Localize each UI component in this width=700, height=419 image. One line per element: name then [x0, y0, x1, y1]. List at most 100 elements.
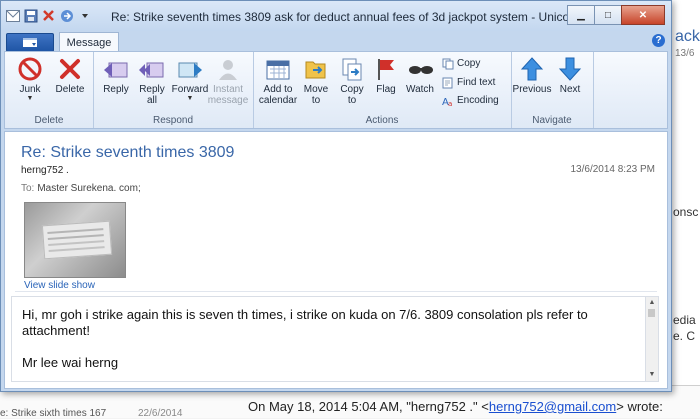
customize-dropdown-icon[interactable]	[77, 8, 92, 23]
close-icon: ✕	[638, 9, 648, 21]
watch-glasses-icon	[407, 56, 433, 82]
group-label-respond: Respond	[152, 115, 194, 126]
ribbon-tab-row: Message ?	[1, 31, 671, 52]
message-pane: Re: Strike seventh times 3809 herng752 .…	[4, 131, 668, 389]
forward-icon	[177, 56, 203, 82]
message-subject: Re: Strike seventh times 3809	[21, 144, 235, 161]
find-text-button[interactable]: Find text	[441, 76, 495, 89]
maximize-icon: □	[604, 9, 612, 21]
next-arrow-icon	[557, 56, 583, 82]
instant-message-label: Instant message	[207, 84, 249, 106]
group-label-navigate: Navigate	[532, 115, 572, 126]
copy-to-icon	[339, 56, 365, 82]
junk-label: Junk	[19, 84, 41, 95]
scroll-down-icon[interactable]: ▼	[648, 371, 656, 379]
reply-all-icon	[139, 56, 165, 82]
file-menu-icon	[23, 38, 37, 47]
copy-to-label: Copy to	[340, 84, 364, 106]
encoding-label: Encoding	[457, 95, 499, 106]
bg-reply-prefix: On May 18, 2014 5:04 AM, "herng752 ." <	[248, 399, 489, 414]
bg-message-list-item[interactable]: e: Strike sixth times 167	[0, 408, 106, 419]
reply-icon	[103, 56, 129, 82]
svg-text:a: a	[448, 100, 452, 107]
bg-fragment: e. C	[673, 329, 696, 343]
ribbon-group-delete: Junk ▼ Delete Delete	[5, 52, 94, 128]
attachment-photo-thumbnail[interactable]	[24, 202, 126, 278]
forward-button[interactable]: Forward ▼	[169, 56, 211, 102]
move-to-folder-icon	[303, 56, 329, 82]
copy-label: Copy	[457, 58, 481, 69]
title-bar[interactable]: Re: Strike seventh times 3809 ask for de…	[1, 1, 671, 31]
window-title: Re: Strike seventh times 3809 ask for de…	[111, 10, 628, 24]
scroll-thumb[interactable]	[648, 309, 655, 317]
move-to-label: Move to	[303, 84, 329, 106]
watch-button[interactable]: Watch	[399, 56, 441, 95]
bg-fragment: onsc	[673, 205, 699, 219]
message-body[interactable]: Hi, mr goh i strike again this is seven …	[11, 296, 659, 382]
message-body-text: Hi, mr goh i strike again this is seven …	[22, 307, 588, 338]
view-slideshow-link[interactable]: View slide show	[24, 280, 95, 291]
bg-fragment: edia	[673, 313, 696, 327]
message-date: 13/6/2014 8:23 PM	[570, 164, 655, 175]
to-label: To:	[21, 183, 35, 194]
bg-quoted-reply-header: On May 18, 2014 5:04 AM, "herng752 ." <h…	[248, 399, 663, 414]
maximize-button[interactable]: □	[594, 5, 622, 25]
instant-message-button[interactable]: Instant message	[207, 56, 249, 106]
group-label-actions: Actions	[365, 115, 399, 126]
minimize-icon: ▁	[577, 9, 585, 21]
app-envelope-icon[interactable]	[5, 8, 20, 23]
bg-message-list-date: 22/6/2014	[138, 408, 183, 419]
save-icon[interactable]	[23, 8, 38, 23]
minimize-button[interactable]: ▁	[567, 5, 595, 25]
file-menu-button[interactable]	[6, 33, 54, 52]
message-window: Re: Strike seventh times 3809 ask for de…	[0, 0, 672, 392]
reply-all-button[interactable]: Reply all	[131, 56, 173, 106]
next-button[interactable]: Next	[549, 56, 591, 95]
quick-access-toolbar	[5, 8, 92, 23]
delete-label: Delete	[55, 84, 85, 95]
watch-label: Watch	[406, 84, 434, 95]
message-signature: Mr lee wai herng	[22, 355, 119, 370]
message-sender[interactable]: herng752 .	[21, 165, 69, 176]
reply-all-label: Reply all	[139, 84, 165, 106]
move-arrow-icon[interactable]	[59, 8, 74, 23]
ribbon: Junk ▼ Delete Delete Reply Reply all For…	[4, 51, 668, 129]
window-controls: ▁ □ ✕	[567, 5, 665, 25]
tab-message[interactable]: Message	[59, 32, 119, 52]
flag-label: Flag	[376, 84, 396, 95]
flag-icon	[373, 56, 399, 82]
next-label: Next	[559, 84, 581, 95]
delete-icon	[57, 56, 83, 82]
bg-reply-suffix: > wrote:	[616, 399, 663, 414]
scroll-up-icon[interactable]: ▲	[648, 299, 656, 307]
ribbon-group-navigate: Previous Next Navigate	[511, 52, 594, 128]
body-scrollbar[interactable]: ▲ ▼	[645, 297, 658, 381]
find-text-icon	[441, 76, 454, 89]
find-text-label: Find text	[457, 77, 496, 88]
previous-button[interactable]: Previous	[511, 56, 553, 95]
add-to-calendar-label: Add to calendar	[258, 84, 298, 106]
to-recipient[interactable]: Master Surekena. com;	[37, 183, 140, 194]
group-label-delete: Delete	[34, 115, 64, 126]
ribbon-group-actions: Add to calendar Move to Copy to Flag Wat…	[253, 52, 512, 128]
previous-label: Previous	[512, 84, 552, 95]
junk-button[interactable]: Junk ▼	[9, 56, 51, 102]
delete-button[interactable]: Delete	[49, 56, 91, 95]
junk-dropdown-icon: ▼	[26, 95, 34, 102]
copy-button[interactable]: Copy	[441, 57, 480, 70]
recipient-row: To: Master Surekena. com;	[21, 183, 141, 194]
bg-reply-email-link[interactable]: herng752@gmail.com	[489, 399, 616, 414]
calendar-icon	[265, 56, 291, 82]
previous-arrow-icon	[519, 56, 545, 82]
junk-icon	[17, 56, 43, 82]
bg-fragment: ackp	[675, 28, 700, 45]
bg-fragment: 13/6	[675, 48, 695, 59]
delete-x-icon[interactable]	[41, 8, 56, 23]
close-button[interactable]: ✕	[621, 5, 665, 25]
encoding-icon: Aa	[441, 94, 454, 107]
reply-label: Reply	[103, 84, 129, 95]
encoding-button[interactable]: Aa Encoding	[441, 94, 499, 107]
header-divider	[15, 291, 657, 292]
help-icon[interactable]: ?	[652, 34, 665, 47]
instant-message-icon	[215, 56, 241, 82]
